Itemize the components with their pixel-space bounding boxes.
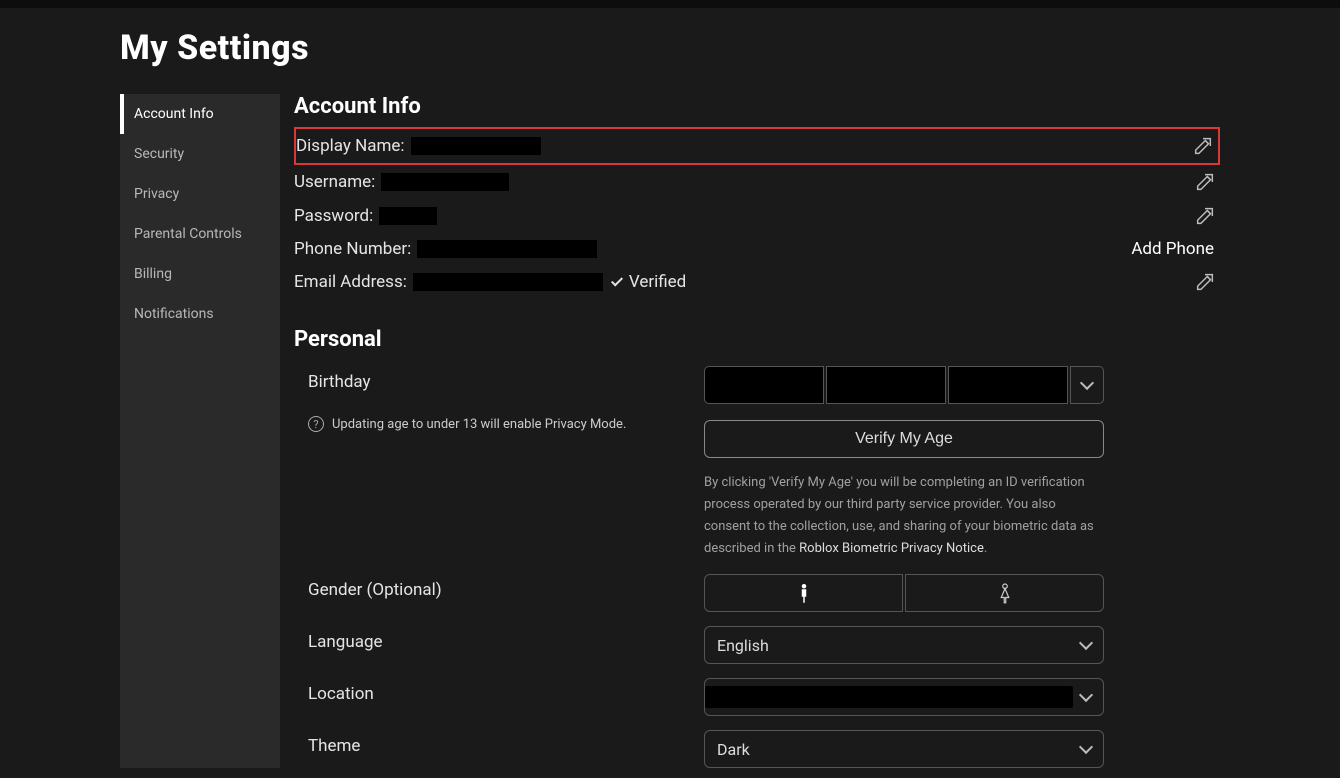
- username-row: Username:: [294, 165, 1220, 199]
- sidebar-item-label: Security: [134, 146, 184, 162]
- birthday-dropdown-toggle[interactable]: [1070, 366, 1104, 404]
- sidebar-item-security[interactable]: Security: [120, 134, 280, 174]
- password-label: Password:: [294, 206, 373, 226]
- sidebar-item-label: Privacy: [134, 186, 179, 202]
- gender-button-group: [704, 574, 1104, 612]
- display-name-label: Display Name:: [296, 136, 405, 156]
- password-value-redacted: [379, 207, 437, 225]
- settings-sidebar: Account Info Security Privacy Parental C…: [120, 94, 280, 768]
- theme-row: Theme Dark: [294, 730, 1220, 768]
- phone-row: Phone Number: Add Phone: [294, 233, 1220, 265]
- male-icon: [795, 582, 813, 604]
- verify-age-disclosure: By clicking 'Verify My Age' you will be …: [704, 472, 1104, 560]
- pencil-icon[interactable]: [1194, 205, 1216, 227]
- gender-female-button[interactable]: [905, 574, 1104, 612]
- verified-badge: Verified: [611, 272, 686, 292]
- privacy-hint-text: Updating age to under 13 will enable Pri…: [332, 417, 626, 432]
- settings-main: Account Info Display Name: Username:: [294, 94, 1220, 768]
- pencil-icon[interactable]: [1192, 135, 1214, 157]
- female-icon: [996, 582, 1014, 604]
- pencil-icon[interactable]: [1194, 171, 1216, 193]
- chevron-down-icon: [1079, 688, 1093, 702]
- password-row: Password:: [294, 199, 1220, 233]
- birthday-label: Birthday: [308, 372, 684, 392]
- location-label: Location: [308, 684, 684, 704]
- language-value: English: [717, 636, 1081, 655]
- personal-heading: Personal: [294, 327, 1220, 352]
- sidebar-item-privacy[interactable]: Privacy: [120, 174, 280, 214]
- display-name-value-redacted: [411, 137, 541, 155]
- verified-text: Verified: [629, 272, 686, 292]
- sidebar-item-notifications[interactable]: Notifications: [120, 294, 280, 334]
- check-icon: [611, 275, 625, 289]
- email-label: Email Address:: [294, 272, 407, 292]
- sidebar-item-billing[interactable]: Billing: [120, 254, 280, 294]
- username-value-redacted: [381, 173, 509, 191]
- birthday-row: Birthday ? Updating age to under 13 will…: [294, 366, 1220, 560]
- account-info-heading: Account Info: [294, 94, 1220, 119]
- sidebar-item-account-info[interactable]: Account Info: [120, 94, 280, 134]
- location-select[interactable]: [704, 678, 1104, 716]
- sidebar-item-label: Notifications: [134, 306, 214, 322]
- phone-label: Phone Number:: [294, 239, 411, 259]
- add-phone-link[interactable]: Add Phone: [1131, 239, 1214, 259]
- biometric-privacy-link[interactable]: Roblox Biometric Privacy Notice: [799, 541, 984, 556]
- disclosure-text-suffix: .: [984, 541, 987, 556]
- username-label: Username:: [294, 172, 375, 192]
- email-row: Email Address: Verified: [294, 265, 1220, 299]
- help-icon[interactable]: ?: [308, 416, 324, 432]
- chevron-down-icon: [1080, 376, 1094, 390]
- birthday-year-select[interactable]: [948, 366, 1068, 404]
- location-value-redacted: [705, 686, 1073, 708]
- gender-row: Gender (Optional): [294, 574, 1220, 612]
- sidebar-item-label: Account Info: [134, 106, 214, 122]
- birthday-select-group: [704, 366, 1104, 404]
- display-name-row: Display Name:: [294, 127, 1220, 165]
- window-topbar: [0, 0, 1340, 8]
- language-row: Language English: [294, 626, 1220, 664]
- privacy-hint: ? Updating age to under 13 will enable P…: [308, 416, 684, 432]
- sidebar-item-label: Parental Controls: [134, 226, 242, 242]
- theme-label: Theme: [308, 736, 684, 756]
- language-label: Language: [308, 632, 684, 652]
- page-title: My Settings: [120, 28, 1220, 68]
- location-row: Location: [294, 678, 1220, 716]
- phone-value-redacted: [417, 240, 597, 258]
- pencil-icon[interactable]: [1194, 271, 1216, 293]
- birthday-month-select[interactable]: [704, 366, 824, 404]
- verify-age-button[interactable]: Verify My Age: [704, 420, 1104, 458]
- theme-value: Dark: [717, 740, 1081, 759]
- sidebar-item-label: Billing: [134, 266, 172, 282]
- language-select[interactable]: English: [704, 626, 1104, 664]
- chevron-down-icon: [1079, 636, 1093, 650]
- gender-male-button[interactable]: [704, 574, 903, 612]
- theme-select[interactable]: Dark: [704, 730, 1104, 768]
- birthday-day-select[interactable]: [826, 366, 946, 404]
- gender-label: Gender (Optional): [308, 580, 684, 600]
- email-value-redacted: [413, 273, 603, 291]
- sidebar-item-parental-controls[interactable]: Parental Controls: [120, 214, 280, 254]
- chevron-down-icon: [1079, 740, 1093, 754]
